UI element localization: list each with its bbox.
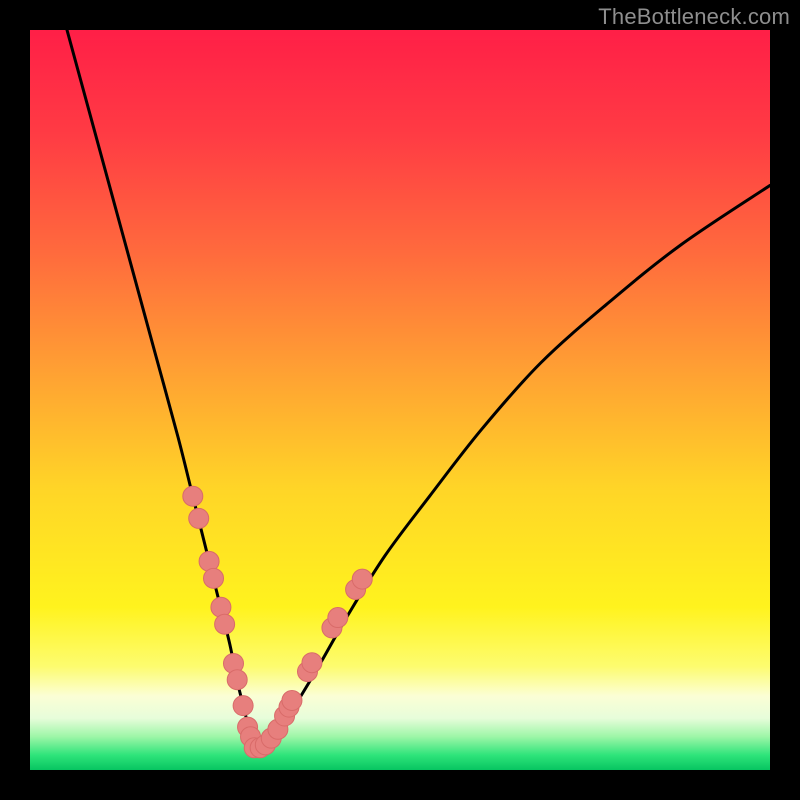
data-marker — [189, 508, 209, 528]
data-marker — [211, 597, 231, 617]
data-marker — [215, 614, 235, 634]
chart-frame: TheBottleneck.com — [0, 0, 800, 800]
watermark-text: TheBottleneck.com — [598, 4, 790, 30]
data-marker — [282, 690, 302, 710]
bottleneck-curve — [67, 30, 770, 749]
plot-area — [30, 30, 770, 770]
data-marker — [183, 486, 203, 506]
data-marker — [352, 569, 372, 589]
data-marker — [204, 568, 224, 588]
data-marker — [233, 696, 253, 716]
curve-layer — [30, 30, 770, 770]
marker-group — [183, 486, 372, 758]
data-marker — [328, 608, 348, 628]
data-marker — [227, 670, 247, 690]
data-marker — [302, 653, 322, 673]
